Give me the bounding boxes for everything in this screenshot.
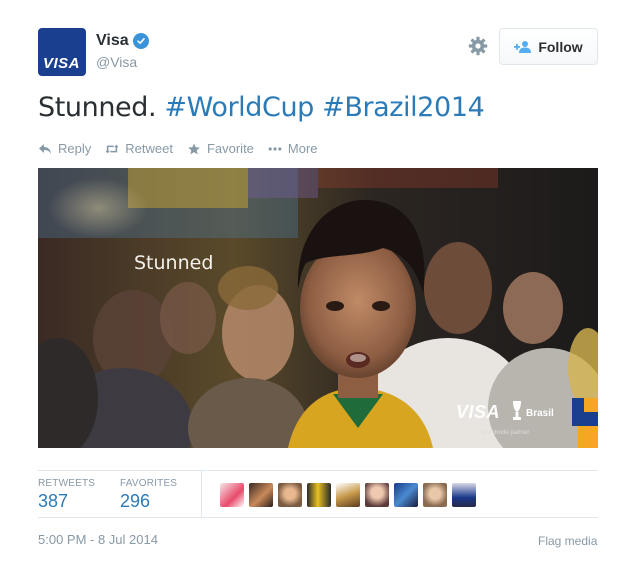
fullname-row: Visa: [96, 32, 149, 50]
retweet-label: Retweet: [125, 141, 173, 156]
verified-badge-icon: [132, 33, 149, 49]
tweet-actions: Reply Retweet Favorite More: [38, 141, 318, 156]
favoriter-avatars: [220, 483, 476, 507]
favorites-label: FAVORITES: [120, 478, 178, 489]
favoriter-avatar[interactable]: [220, 483, 244, 507]
favorites-count: 296: [120, 491, 151, 511]
reply-action[interactable]: Reply: [38, 141, 91, 156]
reply-icon: [39, 143, 51, 154]
favoriter-avatar[interactable]: [365, 483, 389, 507]
follow-button-label: Follow: [538, 38, 583, 55]
tweet-text: Stunned. #WorldCup #Brazil2014: [38, 92, 485, 123]
gear-icon[interactable]: [468, 36, 488, 56]
avatar[interactable]: VISA: [38, 28, 86, 76]
retweets-count: 387: [38, 491, 69, 511]
favoriter-avatar[interactable]: [249, 483, 273, 507]
favorites-stat[interactable]: FAVORITES 296: [120, 478, 177, 512]
tweet-stats: RETWEETS 387 FAVORITES 296: [38, 470, 598, 518]
favorite-label: Favorite: [206, 141, 254, 156]
account-screenname[interactable]: @Visa: [96, 54, 149, 70]
favoriter-avatar[interactable]: [307, 483, 331, 507]
account-names: Visa @Visa: [96, 32, 149, 70]
favoriter-avatar[interactable]: [278, 483, 302, 507]
tweet-header: VISA Visa @Visa Follow: [38, 28, 598, 78]
trophy-icon: [513, 401, 521, 420]
retweet-icon: [105, 144, 119, 153]
favoriter-avatar[interactable]: [452, 483, 476, 507]
flag-media-link[interactable]: Flag media: [538, 534, 597, 548]
media-image[interactable]: Stunned VISA Brasil worldwide partner: [38, 168, 598, 448]
tweet-text-plain: Stunned.: [38, 92, 165, 123]
retweets-label: RETWEETS: [38, 478, 96, 489]
tweet-timestamp[interactable]: 5:00 PM - 8 Jul 2014: [38, 532, 158, 547]
media-partner-text: worldwide partner: [482, 430, 530, 436]
favoriter-avatar[interactable]: [394, 483, 418, 507]
avatar-logo-text: VISA: [43, 55, 81, 72]
star-icon: [188, 142, 200, 154]
add-user-icon: [514, 40, 532, 53]
media-caption: Stunned: [134, 252, 214, 274]
media-brand-logo: VISA: [456, 402, 501, 422]
more-label: More: [287, 141, 318, 156]
hashtag-worldcup[interactable]: #WorldCup: [164, 92, 314, 123]
retweets-stat[interactable]: RETWEETS 387: [38, 478, 95, 512]
favoriter-avatar[interactable]: [423, 483, 447, 507]
media-cup-label: Brasil: [526, 408, 554, 419]
hashtag-brazil2014[interactable]: #Brazil2014: [322, 92, 485, 123]
reply-label: Reply: [58, 141, 92, 156]
retweet-action[interactable]: Retweet: [105, 141, 173, 156]
more-action[interactable]: More: [268, 141, 318, 156]
more-dots-icon: [268, 146, 282, 151]
stats-divider: [201, 471, 202, 518]
favoriter-avatar[interactable]: [336, 483, 360, 507]
follow-button[interactable]: Follow: [499, 28, 598, 65]
account-fullname[interactable]: Visa: [96, 32, 129, 50]
favorite-action[interactable]: Favorite: [187, 141, 254, 156]
